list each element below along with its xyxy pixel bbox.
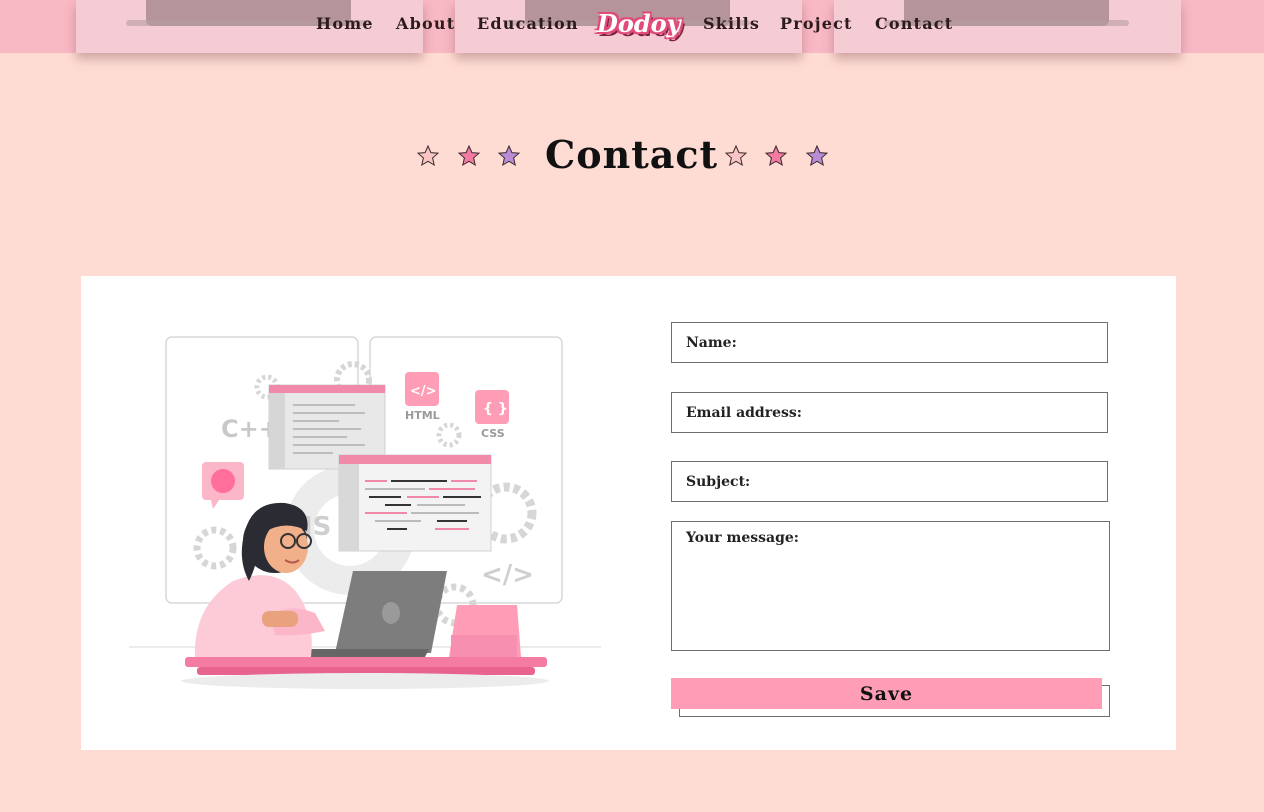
nav-project[interactable]: Project bbox=[780, 14, 853, 33]
svg-text:</>: </> bbox=[410, 384, 437, 399]
svg-text:{ }: { } bbox=[483, 401, 508, 417]
star-icon bbox=[457, 144, 481, 167]
star-icon bbox=[805, 144, 829, 167]
code-tag: </> bbox=[481, 560, 534, 590]
section-title: Contact bbox=[545, 132, 719, 177]
star-icon bbox=[724, 144, 748, 167]
nav-about[interactable]: About bbox=[396, 14, 455, 33]
star-icon bbox=[764, 144, 788, 167]
email-field[interactable] bbox=[671, 392, 1108, 433]
developer-illustration: C++ </> HTML { } CSS </> JS bbox=[129, 336, 601, 689]
star-icon bbox=[416, 144, 440, 167]
nav-education[interactable]: Education bbox=[477, 14, 579, 33]
subject-field[interactable] bbox=[671, 461, 1108, 502]
nav-skills[interactable]: Skills bbox=[703, 14, 760, 33]
css-tag: CSS bbox=[481, 427, 505, 440]
name-field[interactable] bbox=[671, 322, 1108, 363]
html-tag: HTML bbox=[405, 409, 440, 422]
nav-contact[interactable]: Contact bbox=[875, 14, 953, 33]
site-logo[interactable]: Dodoy bbox=[597, 4, 681, 44]
nav-home[interactable]: Home bbox=[316, 14, 374, 33]
message-field[interactable] bbox=[671, 521, 1110, 651]
save-button[interactable]: Save bbox=[671, 678, 1102, 709]
star-icon bbox=[497, 144, 521, 167]
